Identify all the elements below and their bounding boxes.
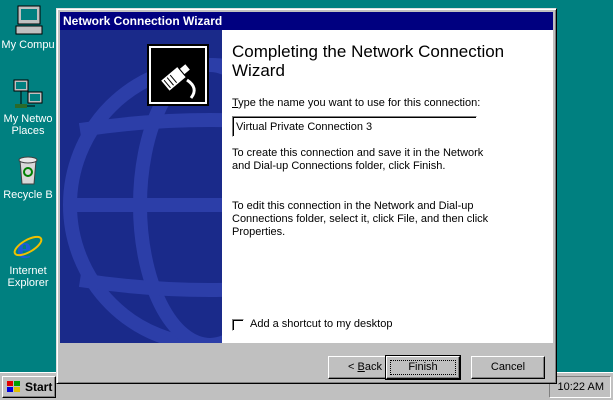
shortcut-checkbox[interactable] <box>232 319 244 331</box>
clock[interactable]: 10:22 AM <box>558 381 604 393</box>
windows-logo-icon <box>7 381 21 393</box>
wizard-side-panel <box>60 30 222 343</box>
network-connection-icon <box>147 44 209 106</box>
network-places-icon <box>12 78 44 110</box>
wizard-window: Network Connection Wizard Completing the… <box>56 8 557 384</box>
window-title: Network Connection Wizard <box>63 14 223 28</box>
wizard-heading: Completing the Network Connection Wizard <box>232 42 505 80</box>
finish-instructions: To create this connection and save it in… <box>232 147 484 172</box>
my-computer-icon <box>12 4 44 36</box>
desktop-icon-label: Recycle B <box>3 189 53 201</box>
focus-rect <box>390 360 456 375</box>
start-label: Start <box>25 380 53 394</box>
accelerator-key: B <box>357 361 365 373</box>
desktop-icon-recycle-bin[interactable]: Recycle B <box>0 154 56 201</box>
desktop-icon-network-places[interactable]: My Netwo Places <box>0 78 56 137</box>
cancel-button[interactable]: Cancel <box>471 356 545 379</box>
desktop-icon-my-computer[interactable]: My Compu <box>0 4 56 51</box>
finish-button[interactable]: Finish <box>385 355 461 380</box>
wizard-content: Completing the Network Connection Wizard… <box>60 30 553 343</box>
desktop-icon-label: My Compu <box>1 39 55 51</box>
title-bar[interactable]: Network Connection Wizard <box>60 12 553 30</box>
internet-explorer-icon: e <box>12 229 44 265</box>
system-tray: 10:22 AM <box>549 376 611 398</box>
edit-instructions: To edit this connection in the Network a… <box>232 200 489 238</box>
connection-name-input[interactable] <box>232 116 477 137</box>
connection-name-label: Type the name you want to use for this c… <box>232 97 480 109</box>
cancel-label: Cancel <box>490 361 526 373</box>
desktop-icon-label: My Netwo Places <box>3 113 53 137</box>
prompt-text: ype the name you want to use for this co… <box>238 97 481 109</box>
back-label: ack <box>364 361 382 373</box>
desktop-icon-internet-explorer[interactable]: e Internet Explorer <box>0 229 56 289</box>
recycle-bin-icon <box>12 154 44 186</box>
shortcut-label[interactable]: Add a shortcut to my desktop <box>250 318 392 330</box>
start-button[interactable]: Start <box>2 376 56 398</box>
desktop-icon-label: Internet Explorer <box>7 265 49 289</box>
back-prefix: < <box>348 361 358 373</box>
